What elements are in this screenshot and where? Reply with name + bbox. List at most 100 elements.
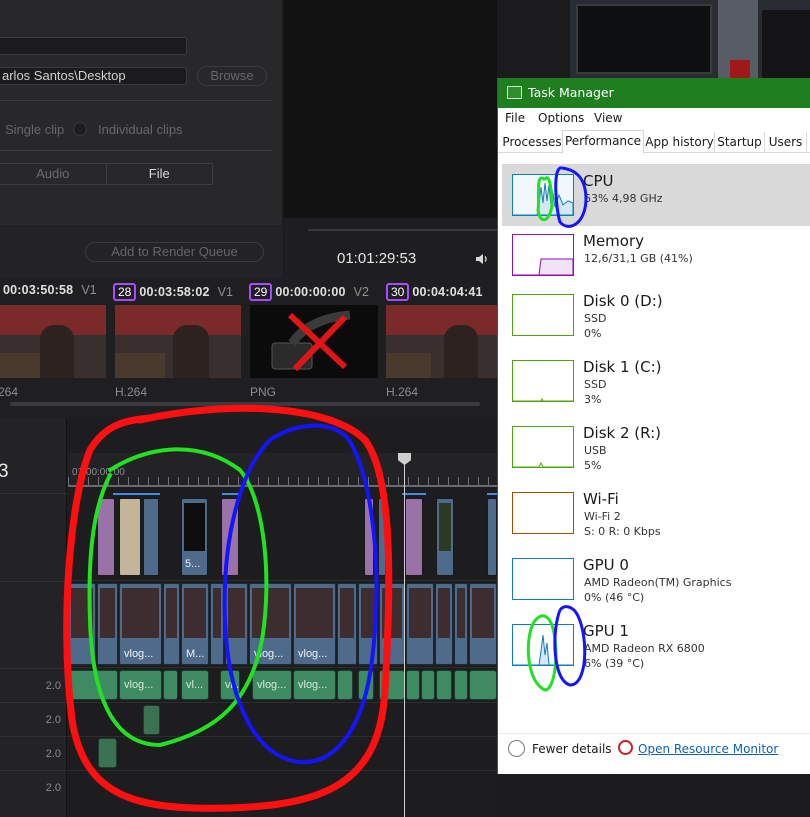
tab-bar: Processes Performance App history Startu… xyxy=(498,130,810,154)
playhead[interactable] xyxy=(404,453,405,817)
v1-clip[interactable] xyxy=(337,583,357,665)
a1-clip[interactable]: vlog... xyxy=(293,670,336,700)
a1-clip[interactable] xyxy=(421,670,435,700)
a1-clip[interactable] xyxy=(68,670,118,700)
v1-clip[interactable] xyxy=(97,583,118,665)
v1-clip[interactable]: vlog... xyxy=(119,583,162,665)
clip-thumbnail-png[interactable] xyxy=(250,305,378,378)
a1-clip[interactable]: vlog... xyxy=(119,670,162,700)
a2-clip[interactable] xyxy=(143,705,160,735)
v1-clip-label: vlog... xyxy=(124,648,154,660)
a1-clip[interactable] xyxy=(163,670,178,700)
clip-thumbnail-strip: 00:03:50:58 V1 28 00:03:58:02 V1 29 00:00:00… xyxy=(0,278,497,418)
track-header-v2[interactable] xyxy=(0,493,67,581)
a1-clip[interactable]: vl... xyxy=(181,670,209,700)
v2-clip[interactable] xyxy=(97,498,115,576)
open-resource-monitor-link[interactable]: Open Resource Monitor xyxy=(638,742,778,756)
v2-clip[interactable]: 5... xyxy=(181,498,208,576)
v1-clip[interactable] xyxy=(454,583,468,665)
ruler-timecode: 01:00:00:00 xyxy=(72,467,125,478)
track-header-v1[interactable] xyxy=(0,581,67,668)
background-photo xyxy=(570,0,810,78)
cpu-graph xyxy=(512,174,574,216)
a1-clip[interactable] xyxy=(337,670,353,700)
strip-scrollbar[interactable] xyxy=(10,402,480,406)
v1-clip[interactable] xyxy=(379,583,405,665)
perf-item-wifi[interactable]: Wi-Fi Wi-Fi 2 S: 0 R: 0 Kbps xyxy=(502,482,810,544)
clip-thumbnail[interactable] xyxy=(0,305,106,378)
tab-file[interactable]: File xyxy=(105,164,213,184)
v1-clip[interactable]: vlog... xyxy=(293,583,336,665)
v1-clip[interactable]: M... xyxy=(181,583,209,665)
clip-thumbnail[interactable] xyxy=(386,305,497,378)
v1-clip-label: vlog... xyxy=(254,648,284,660)
filename-field[interactable] xyxy=(0,37,187,55)
clip-track: V2 xyxy=(353,285,369,299)
location-field[interactable]: arlos Santos\Desktop xyxy=(0,67,187,85)
menu-options[interactable]: Options xyxy=(538,111,584,125)
v1-clip[interactable] xyxy=(406,583,434,665)
v1-clip[interactable] xyxy=(68,583,96,665)
add-to-render-queue-button[interactable]: Add to Render Queue xyxy=(85,242,264,262)
volume-icon[interactable] xyxy=(474,251,490,267)
v1-clip[interactable] xyxy=(358,583,378,665)
tab-startup[interactable]: Startup xyxy=(715,132,765,153)
v1-clip[interactable] xyxy=(225,583,248,665)
a1-clip[interactable]: vlog... xyxy=(252,670,292,700)
perf-item-gpu1[interactable]: GPU 1 AMD Radeon RX 6800 6% (39 °C) xyxy=(502,614,810,676)
a1-clip[interactable] xyxy=(454,670,468,700)
perf-item-memory[interactable]: Memory 12,6/31,1 GB (41%) xyxy=(502,224,810,286)
clip-track: V1 xyxy=(81,283,97,297)
tab-app-history[interactable]: App history xyxy=(645,132,715,153)
a1-clip[interactable] xyxy=(406,670,420,700)
a1-clip[interactable] xyxy=(379,670,405,700)
memory-graph xyxy=(512,234,574,276)
perf-item-disk1[interactable]: Disk 1 (C:) SSD 3% xyxy=(502,350,810,412)
timeline-ruler[interactable]: 01:00:00:00 xyxy=(68,453,497,487)
v2-clip[interactable] xyxy=(364,498,374,576)
track-volume: 2.0 xyxy=(45,782,61,794)
v2-clip[interactable] xyxy=(221,498,239,576)
perf-item-disk2[interactable]: Disk 2 (R:) USB 5% xyxy=(502,416,810,478)
individual-clips-label[interactable]: Individual clips xyxy=(98,122,183,137)
menu-file[interactable]: File xyxy=(505,111,525,125)
v1-clip[interactable] xyxy=(469,583,497,665)
a3-clip[interactable] xyxy=(98,738,117,768)
clip-thumbnail[interactable] xyxy=(115,305,241,378)
lane-divider xyxy=(68,770,497,771)
fewer-details-link[interactable]: Fewer details xyxy=(532,742,612,756)
v2-clip[interactable] xyxy=(436,498,454,576)
chevron-up-icon[interactable] xyxy=(508,740,525,757)
v2-clip[interactable] xyxy=(119,498,141,576)
a1-clip[interactable]: vl... xyxy=(220,670,240,700)
menu-view[interactable]: View xyxy=(594,111,622,125)
v2-clip[interactable] xyxy=(378,498,386,576)
v2-clip[interactable] xyxy=(143,498,159,576)
v1-clip[interactable] xyxy=(210,583,224,665)
v2-clip[interactable] xyxy=(487,498,497,576)
individual-clips-radio[interactable] xyxy=(73,122,87,136)
task-manager-titlebar[interactable]: Task Manager xyxy=(498,78,810,108)
single-clip-label[interactable]: Single clip xyxy=(5,122,64,137)
tab-users[interactable]: Users xyxy=(765,132,807,153)
viewer-scrubber[interactable] xyxy=(308,229,497,231)
gpu0-graph xyxy=(512,558,574,600)
perf-item-disk0[interactable]: Disk 0 (D:) SSD 0% xyxy=(502,284,810,346)
disk0-graph xyxy=(512,294,574,336)
a1-clip[interactable] xyxy=(358,670,374,700)
v1-clip[interactable] xyxy=(163,583,180,665)
perf-item-gpu0[interactable]: GPU 0 AMD Radeon(TM) Graphics 0% (46 °C) xyxy=(502,548,810,610)
v2-clip[interactable] xyxy=(405,498,423,576)
tab-performance[interactable]: Performance xyxy=(562,130,644,154)
perf-item-cpu[interactable]: CPU 63% 4,98 GHz xyxy=(502,164,810,226)
browse-button[interactable]: Browse xyxy=(197,66,267,86)
tab-processes[interactable]: Processes xyxy=(502,132,563,153)
v1-clip[interactable] xyxy=(435,583,453,665)
a1-clip[interactable] xyxy=(436,670,452,700)
clip-header: 00:03:50:58 V1 xyxy=(0,283,97,303)
a1-clip[interactable] xyxy=(469,670,497,700)
tab-audio[interactable]: Audio xyxy=(0,164,106,184)
v1-clip[interactable]: vlog... xyxy=(249,583,292,665)
perf-item-detail: AMD Radeon RX 6800 xyxy=(584,642,705,655)
ruler-ticks xyxy=(68,477,497,485)
